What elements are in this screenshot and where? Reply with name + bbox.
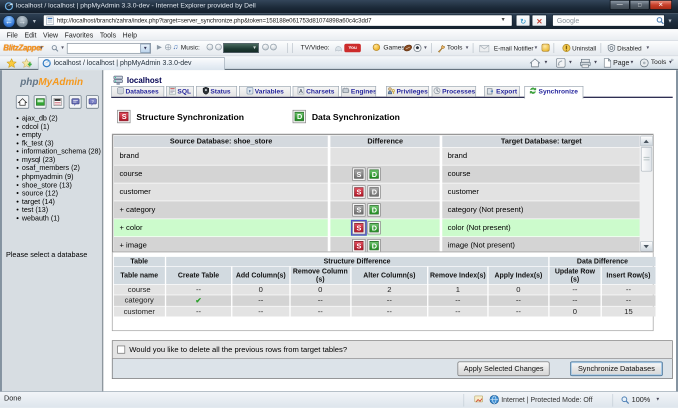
svg-text:A: A bbox=[299, 89, 303, 95]
